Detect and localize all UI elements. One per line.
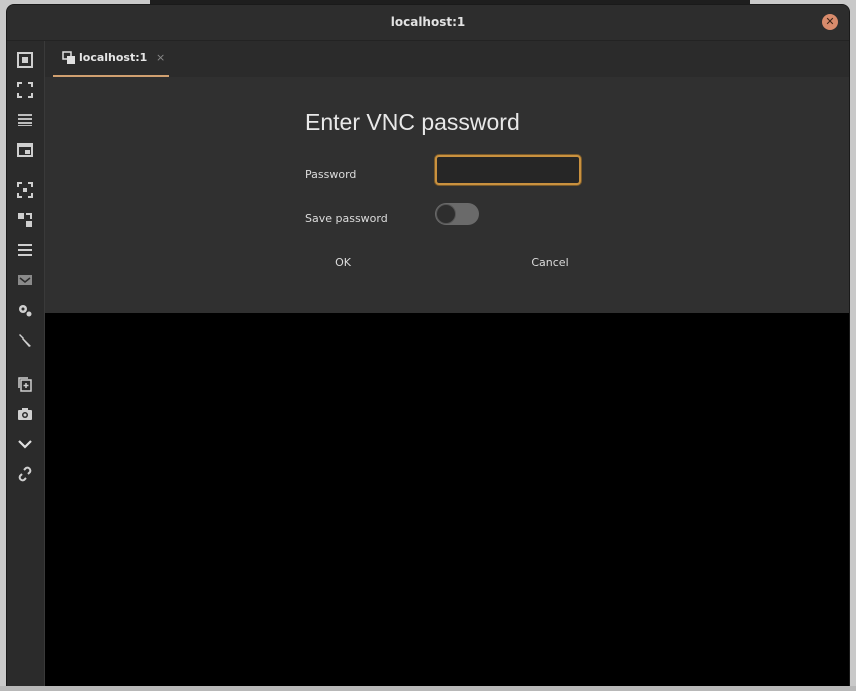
- remote-desktop-icon: [62, 51, 75, 64]
- tab-label: localhost:1: [79, 51, 148, 64]
- password-field[interactable]: [435, 155, 581, 185]
- cancel-button[interactable]: Cancel: [513, 249, 587, 277]
- keyboard-icon[interactable]: [14, 269, 36, 291]
- desktop-background: [0, 686, 856, 691]
- list-icon[interactable]: [14, 239, 36, 261]
- toggle-knob: [436, 204, 456, 224]
- dynamic-resolution-icon[interactable]: [14, 209, 36, 231]
- password-label: Password: [305, 168, 357, 181]
- preferences-icon[interactable]: [14, 299, 36, 321]
- disconnect-icon[interactable]: [14, 463, 36, 485]
- ok-button[interactable]: OK: [306, 249, 380, 277]
- fullscreen-icon[interactable]: [14, 79, 36, 101]
- window-title: localhost:1: [390, 15, 466, 29]
- menu-icon[interactable]: [14, 109, 36, 131]
- save-password-label: Save password: [305, 212, 388, 225]
- titlebar: localhost:1 ✕: [7, 5, 849, 41]
- tab-localhost[interactable]: localhost:1 ×: [53, 41, 169, 77]
- close-icon[interactable]: ✕: [822, 14, 838, 30]
- tab-bar: localhost:1 ×: [45, 41, 849, 77]
- side-toolbar: [7, 41, 45, 687]
- window-icon[interactable]: [14, 139, 36, 161]
- vnc-password-panel: Enter VNC password Password Save passwor…: [45, 77, 849, 313]
- resize-icon[interactable]: [14, 179, 36, 201]
- remmina-window: localhost:1 ✕ localhost:1 × Enter VNC pa…: [7, 5, 849, 687]
- remote-viewer[interactable]: Enter VNC password Password Save passwor…: [45, 77, 849, 687]
- save-password-toggle[interactable]: [435, 203, 479, 225]
- dialog-heading: Enter VNC password: [305, 109, 520, 135]
- scale-icon[interactable]: [14, 49, 36, 71]
- chevron-down-icon[interactable]: [14, 433, 36, 455]
- tools-icon[interactable]: [14, 329, 36, 351]
- tab-close-icon[interactable]: ×: [156, 41, 165, 75]
- duplicate-icon[interactable]: [14, 373, 36, 395]
- screenshot-icon[interactable]: [14, 403, 36, 425]
